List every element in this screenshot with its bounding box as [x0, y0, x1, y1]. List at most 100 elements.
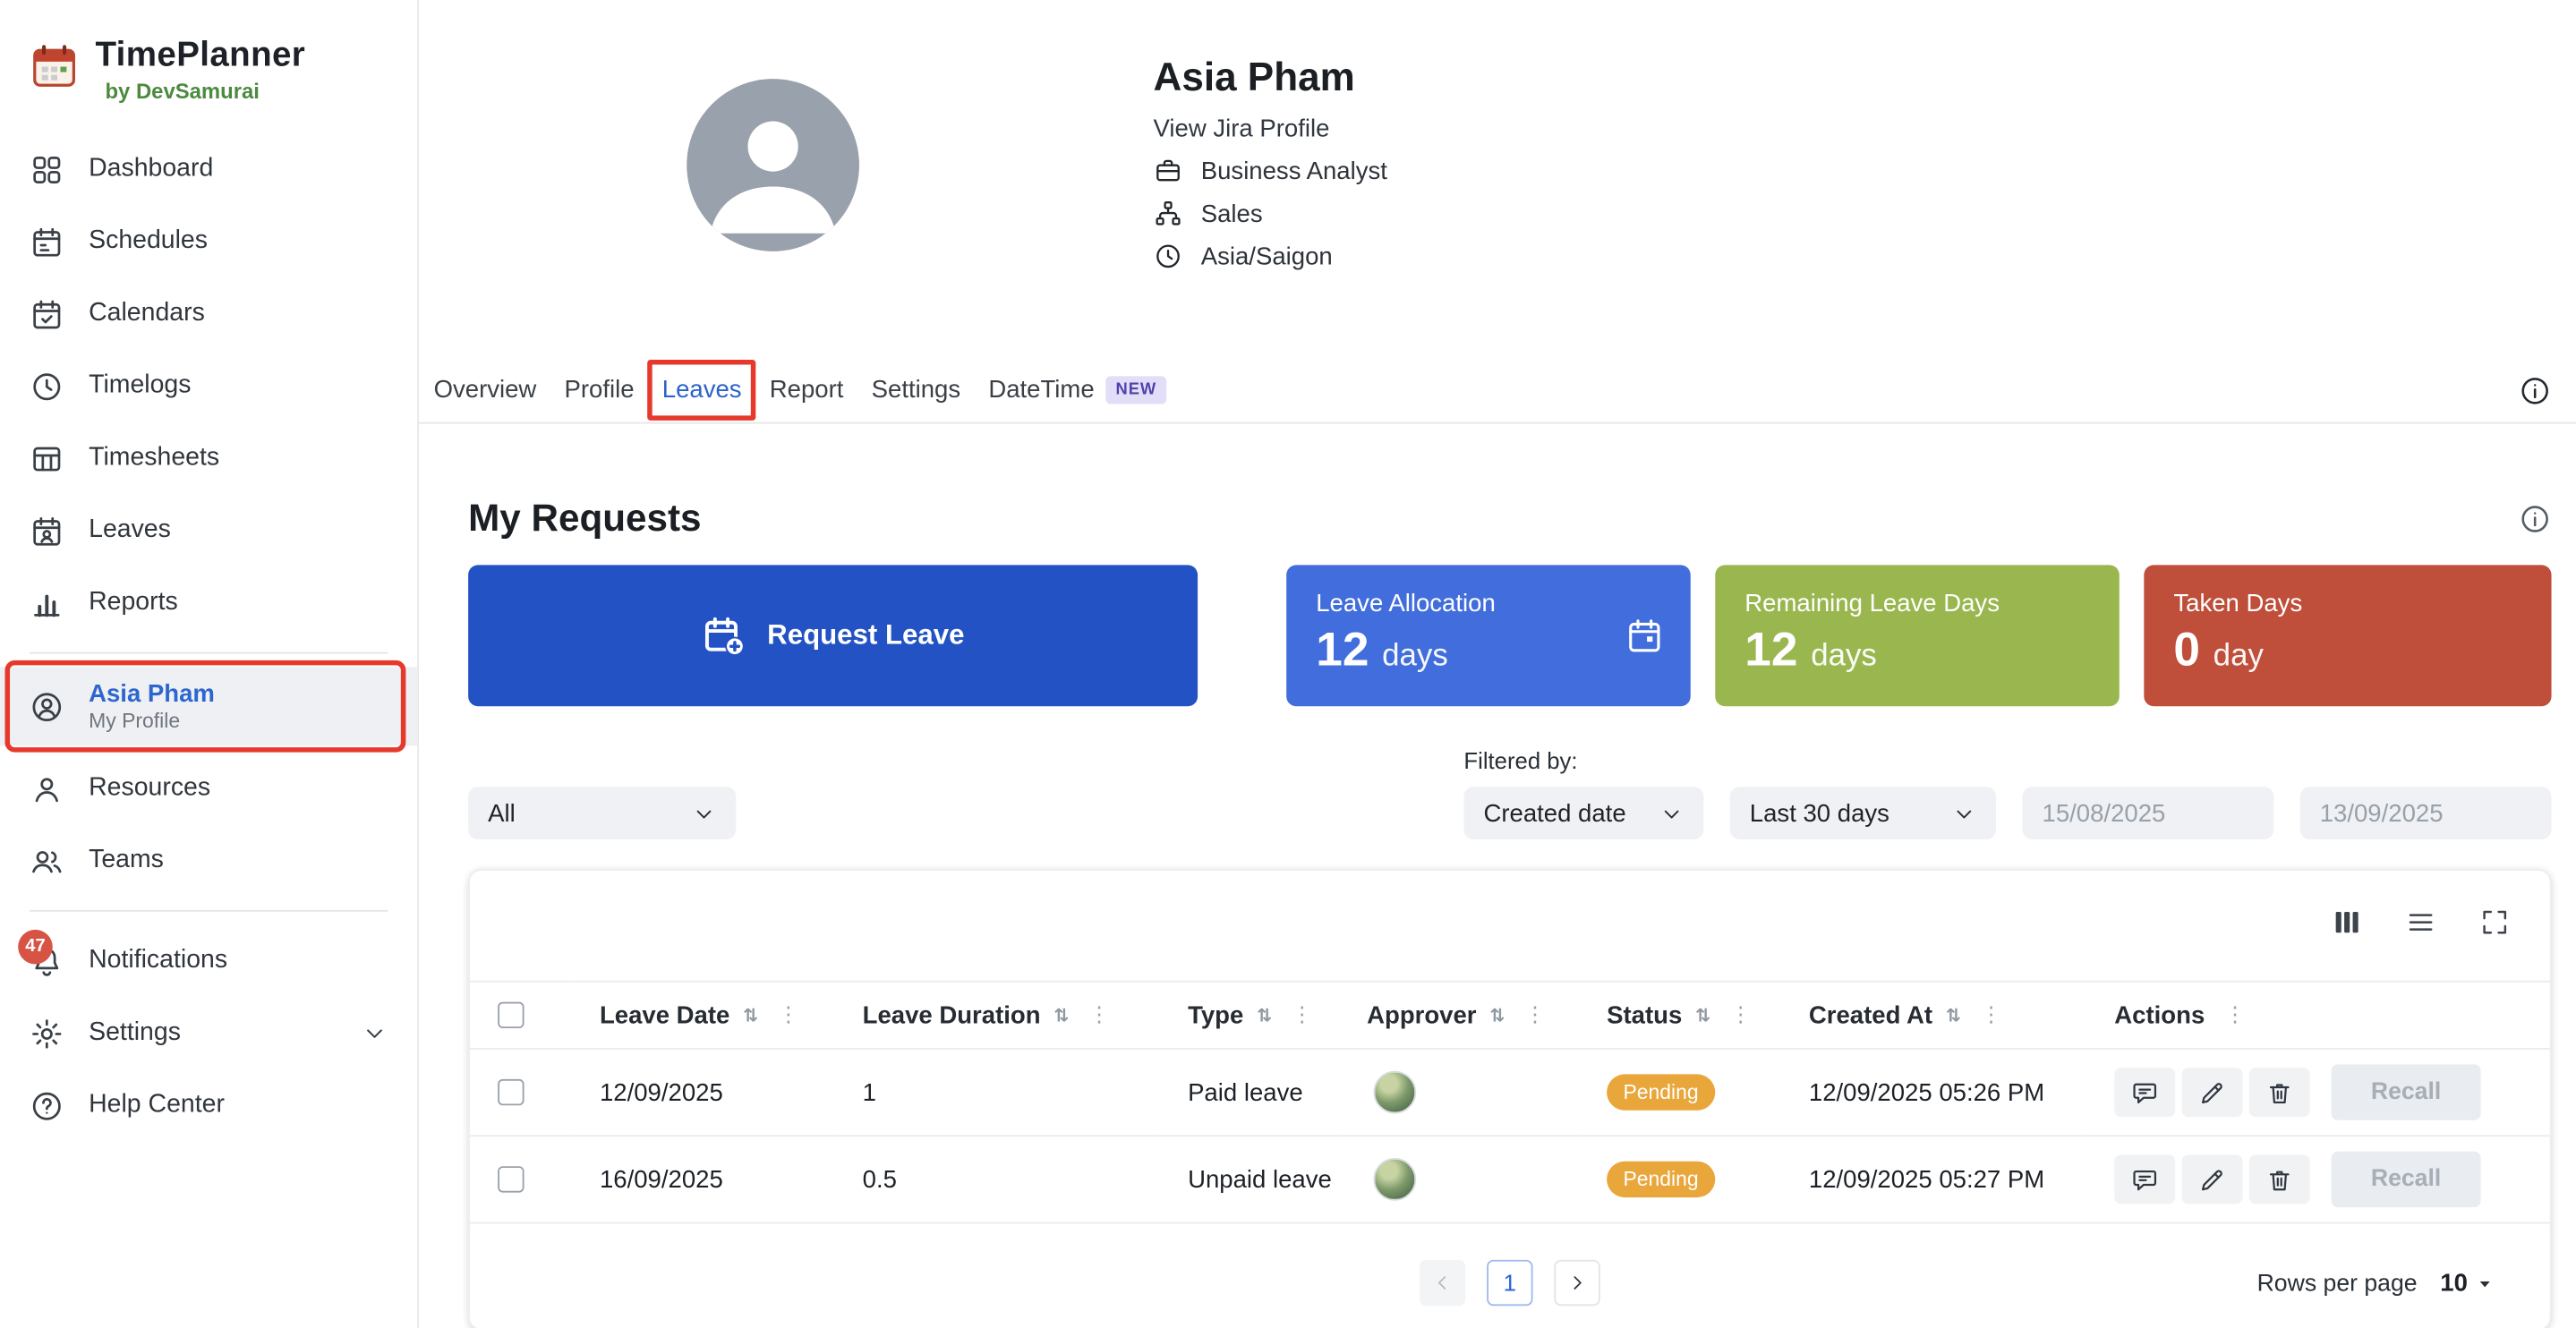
profile-team: Sales: [1201, 200, 1263, 227]
previous-page-button[interactable]: [1420, 1260, 1465, 1306]
profile-name: Asia Pham: [1154, 55, 1387, 101]
header-cell-type[interactable]: Type⇅⋮: [1160, 981, 1339, 1050]
main-content: Asia Pham View Jira Profile Business Ana…: [419, 0, 2576, 1328]
tab-profile[interactable]: Profile: [565, 376, 635, 404]
sort-icon[interactable]: ⇅: [1053, 1004, 1069, 1026]
leave-allocation-card: Leave Allocation 12days: [1286, 565, 1691, 706]
sort-icon[interactable]: ⇅: [1489, 1004, 1505, 1026]
org-chart-icon: [1154, 199, 1183, 228]
tab-datetime[interactable]: DateTimeNEW: [988, 376, 1166, 404]
header-cell-status[interactable]: Status⇅⋮: [1579, 981, 1781, 1050]
sidebar-item-label: Dashboard: [89, 155, 213, 184]
date-from-input[interactable]: 15/08/2025: [2023, 787, 2274, 839]
page-title: My Requests: [468, 496, 701, 541]
sidebar-item-leaves[interactable]: Leaves: [0, 494, 417, 566]
sidebar-item-timelogs[interactable]: Timelogs: [0, 350, 417, 422]
fullscreen-icon[interactable]: [2479, 907, 2511, 938]
sidebar-item-label: Settings: [89, 1018, 181, 1048]
tab-label: DateTime: [988, 376, 1094, 404]
list-view-icon[interactable]: [2405, 907, 2436, 938]
date-field-filter-select[interactable]: Created date: [1463, 787, 1703, 839]
date-range-filter-select[interactable]: Last 30 days: [1730, 787, 1996, 839]
rows-per-page-value: 10: [2440, 1270, 2468, 1298]
sidebar-item-settings[interactable]: Settings: [0, 997, 417, 1069]
info-icon[interactable]: [2519, 374, 2552, 407]
edit-button[interactable]: [2182, 1154, 2243, 1204]
sidebar-item-notifications[interactable]: 47 Notifications: [0, 924, 417, 997]
edit-button[interactable]: [2182, 1068, 2243, 1117]
delete-button[interactable]: [2249, 1154, 2310, 1204]
info-icon[interactable]: [2519, 502, 2552, 535]
profile-avatar: [687, 79, 859, 251]
actions-cell: Recall: [2086, 1050, 2550, 1136]
view-jira-profile-link[interactable]: View Jira Profile: [1154, 115, 1387, 142]
approver-avatar[interactable]: [1373, 1158, 1416, 1201]
page-number-button[interactable]: 1: [1487, 1260, 1532, 1306]
header-cell-checkbox: [470, 981, 572, 1050]
request-leave-button[interactable]: Request Leave: [468, 565, 1198, 706]
sidebar-item-my-profile[interactable]: Asia Pham My Profile: [0, 667, 417, 745]
sort-icon[interactable]: ⇅: [1257, 1004, 1272, 1026]
sidebar-item-label: Calendars: [89, 299, 205, 328]
recall-button[interactable]: Recall: [2332, 1064, 2481, 1119]
status-cell: Pending: [1579, 1050, 1781, 1136]
column-menu-icon[interactable]: ⋮: [1524, 1002, 1546, 1028]
next-page-button[interactable]: [1554, 1260, 1599, 1306]
sidebar-item-timesheets[interactable]: Timesheets: [0, 422, 417, 495]
leave-type-filter-select[interactable]: All: [468, 787, 736, 839]
row-checkbox[interactable]: [498, 1166, 524, 1192]
sidebar-item-reports[interactable]: Reports: [0, 566, 417, 639]
select-all-checkbox[interactable]: [498, 1002, 524, 1028]
sort-icon[interactable]: ⇅: [1946, 1004, 1961, 1026]
recall-button[interactable]: Recall: [2332, 1152, 2481, 1207]
sidebar-divider: [30, 652, 388, 654]
comment-button[interactable]: [2114, 1154, 2175, 1204]
column-menu-icon[interactable]: ⋮: [1088, 1002, 1110, 1028]
sort-icon[interactable]: ⇅: [743, 1004, 758, 1026]
tab-label: Profile: [565, 376, 635, 404]
sort-icon[interactable]: ⇅: [1695, 1004, 1710, 1026]
sidebar-item-label: Resources: [89, 774, 210, 804]
row-checkbox[interactable]: [498, 1079, 524, 1105]
reports-icon: [30, 585, 64, 620]
request-leave-label: Request Leave: [767, 619, 964, 652]
tab-overview[interactable]: Overview: [434, 376, 537, 404]
sidebar-item-help-center[interactable]: Help Center: [0, 1069, 417, 1142]
approver-avatar[interactable]: [1373, 1071, 1416, 1114]
column-menu-icon[interactable]: ⋮: [1292, 1002, 1313, 1028]
leave-duration-cell: 0.5: [834, 1136, 1159, 1223]
header-cell-created-at[interactable]: Created At⇅⋮: [1781, 981, 2086, 1050]
profile-header: Asia Pham View Jira Profile Business Ana…: [419, 0, 2576, 358]
column-menu-icon[interactable]: ⋮: [1981, 1002, 2002, 1028]
card-value: 12: [1316, 624, 1369, 678]
header-cell-leave-date[interactable]: Leave Date⇅⋮: [572, 981, 835, 1050]
sidebar-profile-subtitle: My Profile: [89, 709, 215, 734]
caret-down-icon: [2474, 1273, 2495, 1295]
column-view-icon[interactable]: [2332, 907, 2363, 938]
tab-report[interactable]: Report: [770, 376, 844, 404]
header-cell-actions: Actions⋮: [2086, 981, 2550, 1050]
header-cell-approver[interactable]: Approver ⇅ ⋮: [1339, 981, 1579, 1050]
sidebar-item-teams[interactable]: Teams: [0, 824, 417, 897]
comment-button[interactable]: [2114, 1068, 2175, 1117]
date-to-input[interactable]: 13/09/2025: [2300, 787, 2552, 839]
sidebar-item-resources[interactable]: Resources: [0, 753, 417, 825]
sidebar-item-schedules[interactable]: Schedules: [0, 205, 417, 277]
sidebar-item-calendars[interactable]: Calendars: [0, 277, 417, 350]
rows-per-page-select[interactable]: Rows per page 10: [2257, 1270, 2496, 1298]
leave-date-cell: 16/09/2025: [572, 1136, 835, 1223]
tab-leaves[interactable]: Leaves: [662, 376, 742, 404]
header-cell-leave-duration[interactable]: Leave Duration⇅⋮: [834, 981, 1159, 1050]
sidebar-item-dashboard[interactable]: Dashboard: [0, 133, 417, 206]
status-badge: Pending: [1607, 1074, 1715, 1110]
sidebar-divider: [30, 910, 388, 912]
tab-settings[interactable]: Settings: [872, 376, 960, 404]
delete-button[interactable]: [2249, 1068, 2310, 1117]
column-label: Approver: [1367, 1001, 1476, 1029]
pagination: 1: [1420, 1260, 1600, 1306]
column-menu-icon[interactable]: ⋮: [778, 1002, 799, 1028]
column-menu-icon[interactable]: ⋮: [1730, 1002, 1752, 1028]
leaves-icon: [30, 514, 64, 549]
column-menu-icon[interactable]: ⋮: [2224, 1002, 2246, 1028]
comment-icon: [2131, 1165, 2159, 1193]
